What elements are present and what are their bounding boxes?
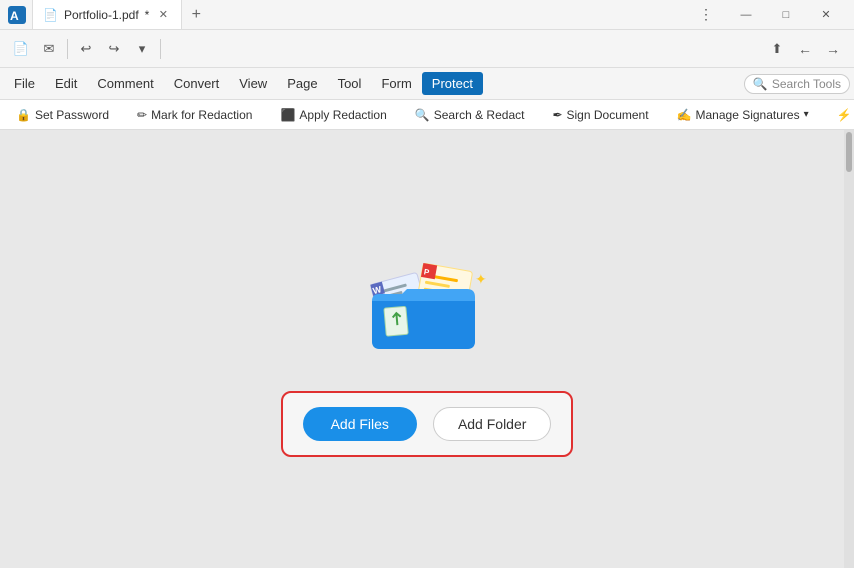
mark-icon: ✏ xyxy=(137,108,147,122)
tab-bar: A 📄 Portfolio-1.pdf * ✕ + xyxy=(8,0,686,29)
dropdown-chevron-icon: ▾ xyxy=(804,109,809,120)
protect-toolbar: 🔒 Set Password ✏ Mark for Redaction ⬛ Ap… xyxy=(0,100,854,130)
svg-text:A: A xyxy=(10,9,19,23)
menu-page[interactable]: Page xyxy=(277,72,327,95)
tab-title: Portfolio-1.pdf xyxy=(64,8,139,22)
folder-illustration: W P ✦ xyxy=(337,241,517,371)
window-close-button[interactable]: ✕ xyxy=(806,0,846,30)
set-password-button[interactable]: 🔒 Set Password xyxy=(8,105,117,125)
sign-document-label: Sign Document xyxy=(567,108,649,122)
window-controls: ⋮ — □ ✕ xyxy=(686,0,846,30)
manage-signatures-button[interactable]: ✍ Manage Signatures ▾ xyxy=(669,105,817,125)
add-folder-button[interactable]: Add Folder xyxy=(433,407,551,441)
main-content: W P ✦ xyxy=(0,130,854,568)
active-tab[interactable]: 📄 Portfolio-1.pdf * ✕ xyxy=(32,0,182,29)
email-button[interactable]: ✉ xyxy=(36,36,62,62)
sign-document-button[interactable]: ✒ Sign Document xyxy=(544,105,656,125)
main-toolbar: 📄 ✉ ↩ ↪ ▾ ⬆ ← → xyxy=(0,30,854,68)
set-password-label: Set Password xyxy=(35,108,109,122)
share-button[interactable]: ⬆ xyxy=(764,36,790,62)
tab-modified: * xyxy=(145,8,150,22)
electro-icon: ⚡ xyxy=(837,108,852,122)
file-drop-button-box: Add Files Add Folder xyxy=(281,391,574,457)
toolbar-separator-2 xyxy=(160,39,161,59)
window-maximize-button[interactable]: □ xyxy=(766,0,806,30)
electro-button[interactable]: ⚡ Electro ▶ xyxy=(829,105,854,125)
menu-convert[interactable]: Convert xyxy=(164,72,230,95)
svg-text:✦: ✦ xyxy=(475,271,487,287)
back-nav-button[interactable]: ← xyxy=(792,36,818,62)
apply-icon: ⬛ xyxy=(280,108,295,122)
undo-button[interactable]: ↩ xyxy=(73,36,99,62)
menu-edit[interactable]: Edit xyxy=(45,72,87,95)
menu-form[interactable]: Form xyxy=(371,72,421,95)
search-redact-icon: 🔍 xyxy=(415,108,430,122)
mark-redaction-button[interactable]: ✏ Mark for Redaction xyxy=(129,105,260,125)
manage-signatures-label: Manage Signatures xyxy=(696,108,800,122)
tab-file-icon: 📄 xyxy=(43,8,58,22)
search-tools-button[interactable]: 🔍 Search Tools xyxy=(744,74,850,94)
dropdown-button[interactable]: ▾ xyxy=(129,36,155,62)
forward-nav-button[interactable]: → xyxy=(820,36,846,62)
apply-redaction-label: Apply Redaction xyxy=(299,108,386,122)
menu-view[interactable]: View xyxy=(229,72,277,95)
add-files-button[interactable]: Add Files xyxy=(303,407,417,441)
menu-protect[interactable]: Protect xyxy=(422,72,483,95)
sign-icon: ✒ xyxy=(552,108,562,122)
search-redact-button[interactable]: 🔍 Search & Redact xyxy=(407,105,533,125)
search-icon: 🔍 xyxy=(753,77,768,91)
folder-svg: W P ✦ xyxy=(347,246,507,366)
title-bar: A 📄 Portfolio-1.pdf * ✕ + ⋮ — □ ✕ xyxy=(0,0,854,30)
file-button[interactable]: 📄 xyxy=(8,36,34,62)
drop-area: W P ✦ xyxy=(281,241,574,457)
search-tools-label: Search Tools xyxy=(772,77,841,91)
menu-bar: File Edit Comment Convert View Page Tool… xyxy=(0,68,854,100)
new-tab-button[interactable]: + xyxy=(182,0,210,29)
toolbar-separator-1 xyxy=(67,39,68,59)
menu-comment[interactable]: Comment xyxy=(87,72,163,95)
window-minimize-button[interactable]: — xyxy=(726,0,766,30)
lock-icon: 🔒 xyxy=(16,108,31,122)
menu-file[interactable]: File xyxy=(4,72,45,95)
window-options-icon[interactable]: ⋮ xyxy=(686,0,726,30)
search-redact-label: Search & Redact xyxy=(434,108,525,122)
redo-button[interactable]: ↪ xyxy=(101,36,127,62)
apply-redaction-button[interactable]: ⬛ Apply Redaction xyxy=(272,105,394,125)
app-logo-icon: A xyxy=(8,6,26,24)
menu-tool[interactable]: Tool xyxy=(328,72,372,95)
scrollbar-thumb[interactable] xyxy=(846,132,852,172)
tab-close-button[interactable]: ✕ xyxy=(155,7,171,23)
vertical-scrollbar[interactable] xyxy=(844,130,854,568)
signature-icon: ✍ xyxy=(677,108,692,122)
mark-redaction-label: Mark for Redaction xyxy=(151,108,252,122)
